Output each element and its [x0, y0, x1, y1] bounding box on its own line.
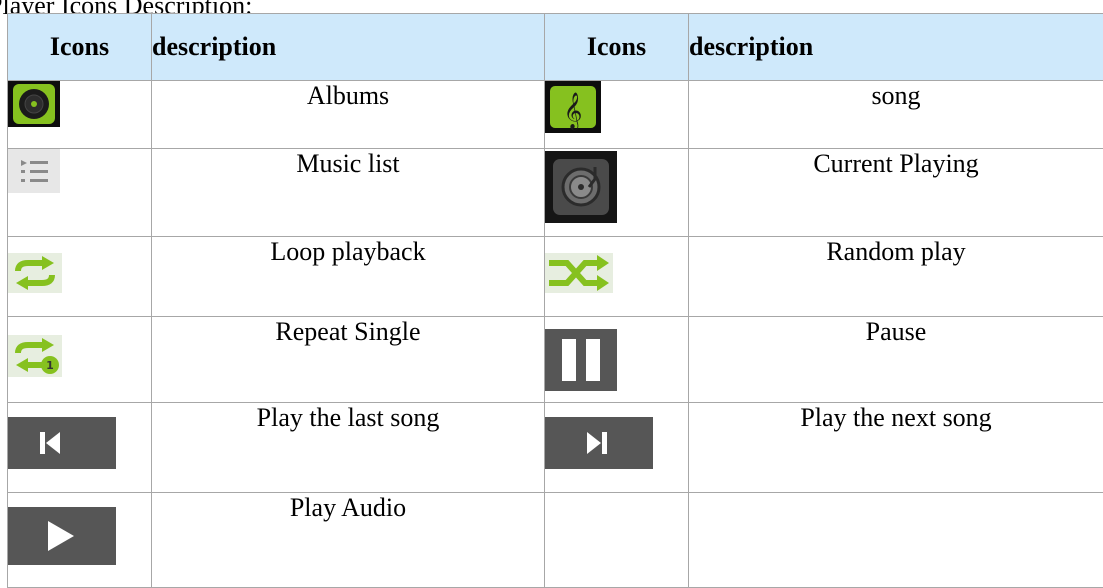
- description-cell: Play the next song: [688, 402, 1103, 493]
- next-track-icon: [545, 417, 653, 469]
- description-cell: Pause: [688, 316, 1103, 403]
- description-cell: Repeat Single: [151, 316, 545, 403]
- icons-description-table: Icons description Icons description Albu…: [7, 13, 1103, 588]
- table-row: Albums 𝄞 song: [7, 80, 1103, 149]
- icon-cell: [7, 80, 152, 149]
- icon-cell: [7, 402, 152, 493]
- description-cell: Random play: [688, 236, 1103, 317]
- icon-cell: 𝄞: [544, 80, 689, 149]
- music-list-icon: [8, 149, 60, 193]
- svg-text:𝄞: 𝄞: [564, 91, 583, 130]
- description-cell: Albums: [151, 80, 545, 149]
- empty-description-cell: [688, 492, 1103, 588]
- svg-text:1: 1: [46, 359, 54, 372]
- table-row: Play the last song Play the next song: [7, 402, 1103, 493]
- pause-icon: [545, 329, 617, 391]
- icon-cell: 1: [7, 316, 152, 403]
- description-cell: Play the last song: [151, 402, 545, 493]
- description-cell: Music list: [151, 148, 545, 237]
- current-playing-turntable-icon: [545, 151, 617, 223]
- icon-cell: [7, 492, 152, 588]
- album-disc-icon: [8, 81, 60, 127]
- description-cell: Current Playing: [688, 148, 1103, 237]
- empty-icon-cell: [544, 492, 689, 588]
- header-description-2: description: [688, 13, 1103, 81]
- table-header-row: Icons description Icons description: [7, 13, 1103, 81]
- description-cell: song: [688, 80, 1103, 149]
- loop-playback-icon: [8, 253, 62, 293]
- icon-cell: [7, 148, 152, 237]
- repeat-single-icon: 1: [8, 335, 62, 377]
- header-icons-2: Icons: [544, 13, 689, 81]
- description-cell: Loop playback: [151, 236, 545, 317]
- song-treble-clef-icon: 𝄞: [545, 81, 601, 133]
- icon-cell: [7, 236, 152, 317]
- icon-cell: [544, 236, 689, 317]
- icon-cell: [544, 148, 689, 237]
- random-play-shuffle-icon: [545, 253, 613, 293]
- description-cell: Play Audio: [151, 492, 545, 588]
- table-row: Music list Current Playing: [7, 148, 1103, 237]
- table-row: Loop playback Random play: [7, 236, 1103, 317]
- table-row: Play Audio: [7, 492, 1103, 588]
- icon-cell: [544, 316, 689, 403]
- header-icons-1: Icons: [7, 13, 152, 81]
- table-row: 1 Repeat Single Pause: [7, 316, 1103, 403]
- icon-cell: [544, 402, 689, 493]
- header-description-1: description: [151, 13, 545, 81]
- previous-track-icon: [8, 417, 116, 469]
- play-icon: [8, 507, 116, 565]
